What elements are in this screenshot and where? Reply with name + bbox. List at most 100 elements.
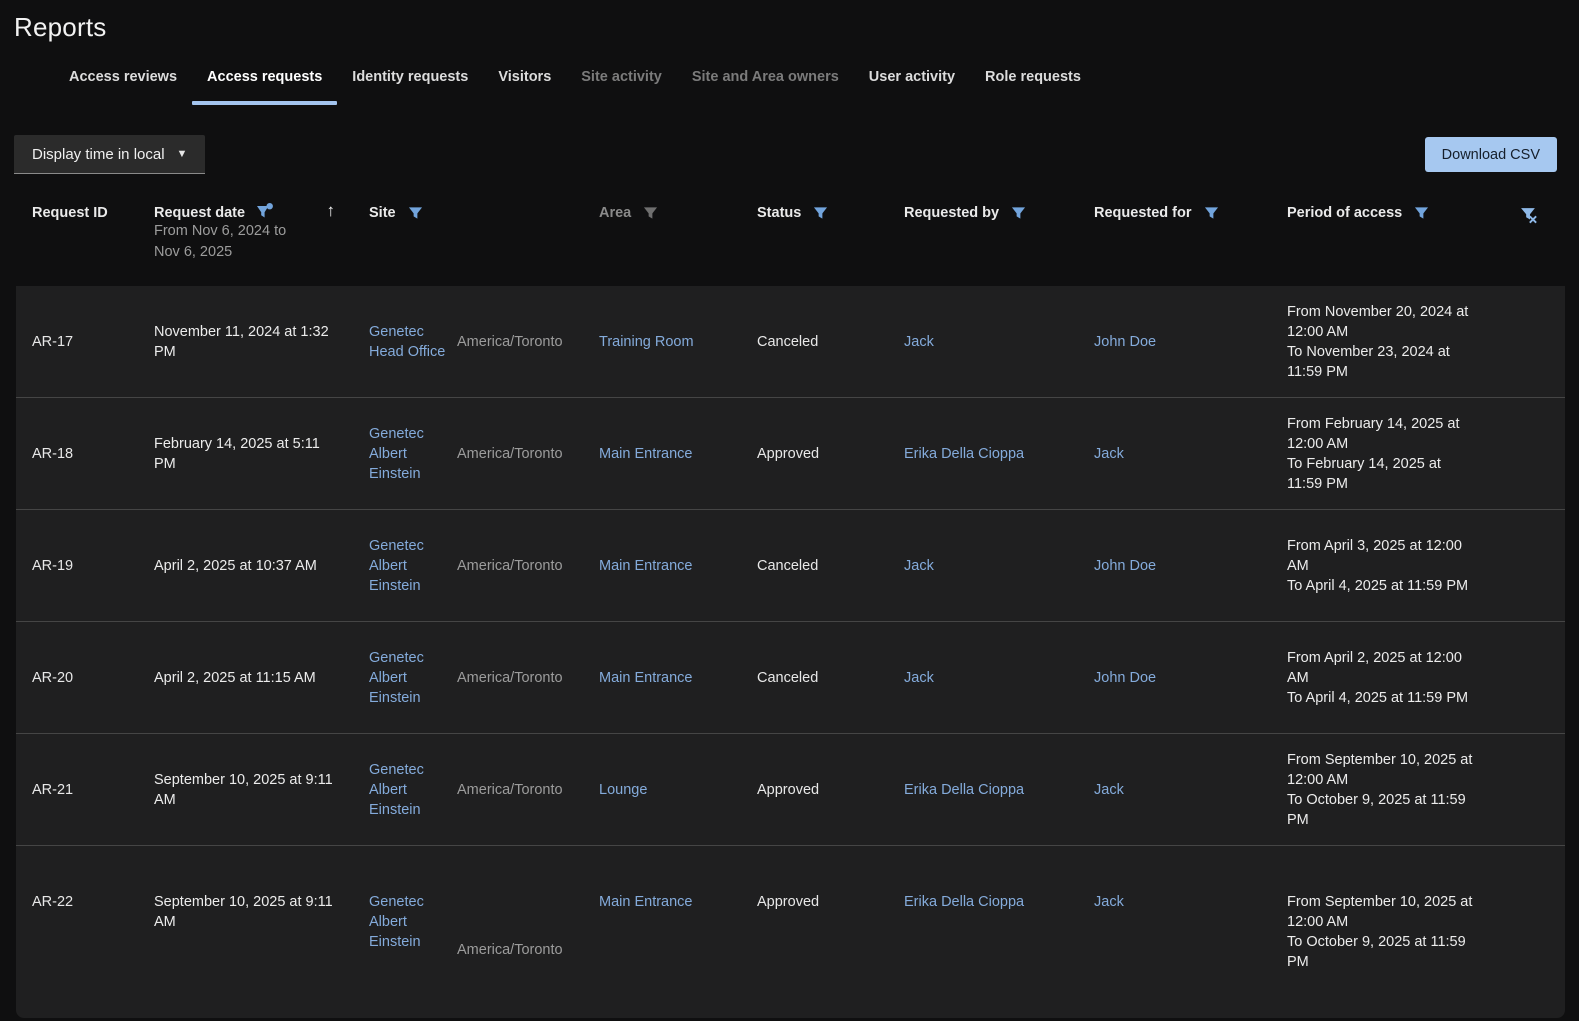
period-from: From April 2, 2025 at 12:00 AM [1287,648,1479,688]
period-from: From November 20, 2024 at 12:00 AM [1287,302,1479,342]
requested-for-link[interactable]: Jack [1094,894,1124,910]
requested-by-link[interactable]: Jack [904,558,934,574]
request-date-cell: February 14, 2025 at 5:11 PM [154,434,369,474]
status-cell: Approved [757,892,904,912]
request-id-cell: AR-22 [16,892,154,912]
period-of-access-cell: From April 3, 2025 at 12:00 AM To April … [1287,536,1499,596]
requested-for-link[interactable]: John Doe [1094,670,1156,686]
filter-icon [643,206,658,221]
area-link[interactable]: Main Entrance [599,894,693,910]
status-cell: Approved [757,444,904,464]
report-tabs: Access reviews Access requests Identity … [0,61,1579,105]
area-link[interactable]: Lounge [599,782,647,798]
timezone-cell: America/Toronto [457,444,599,464]
tab-identity-requests[interactable]: Identity requests [337,61,483,105]
table-row: AR-21 September 10, 2025 at 9:11 AM Gene… [16,734,1565,846]
header-status: Status [757,201,904,221]
timezone-cell: America/Toronto [457,940,599,960]
area-link[interactable]: Main Entrance [599,446,693,462]
period-of-access-cell: From September 10, 2025 at 12:00 AM To O… [1287,750,1499,830]
period-from: From September 10, 2025 at 12:00 AM [1287,892,1479,932]
period-to: To October 9, 2025 at 11:59 PM [1287,932,1479,972]
tab-site-activity: Site activity [566,61,677,105]
toolbar: Display time in local ▼ Download CSV [14,135,1557,174]
requested-for-link[interactable]: Jack [1094,446,1124,462]
header-request-date: Request date [154,201,245,221]
filter-icon[interactable] [408,206,423,221]
site-link[interactable]: Genetec Albert Einstein [369,538,424,594]
access-requests-table: Request ID Request date ↑ From Nov 6, 20… [16,189,1565,1018]
status-cell: Canceled [757,556,904,576]
sort-ascending-icon[interactable]: ↑ [327,201,336,221]
request-date-cell: April 2, 2025 at 11:15 AM [154,668,369,688]
timezone-cell: America/Toronto [457,556,599,576]
period-of-access-cell: From April 2, 2025 at 12:00 AM To April … [1287,648,1499,708]
site-link[interactable]: Genetec Head Office [369,324,445,360]
filter-icon[interactable] [1011,206,1026,221]
filter-icon[interactable] [1204,206,1219,221]
site-link[interactable]: Genetec Albert Einstein [369,426,424,482]
period-to: To April 4, 2025 at 11:59 PM [1287,688,1479,708]
request-date-cell: April 2, 2025 at 10:37 AM [154,556,369,576]
request-date-cell: September 10, 2025 at 9:11 AM [154,770,369,810]
requested-by-link[interactable]: Jack [904,670,934,686]
page-title: Reports [0,0,1579,43]
table-header-row: Request ID Request date ↑ From Nov 6, 20… [16,189,1565,286]
period-to: To November 23, 2024 at 11:59 PM [1287,342,1479,382]
clear-filters-icon[interactable] [1520,207,1537,224]
request-date-cell: September 10, 2025 at 9:11 AM [154,892,369,932]
period-to: To April 4, 2025 at 11:59 PM [1287,576,1479,596]
requested-by-link[interactable]: Erika Della Cioppa [904,446,1024,462]
table-row: AR-19 April 2, 2025 at 10:37 AM Genetec … [16,510,1565,622]
timezone-cell: America/Toronto [457,780,599,800]
period-from: From February 14, 2025 at 12:00 AM [1287,414,1479,454]
tab-visitors[interactable]: Visitors [483,61,566,105]
filter-icon[interactable] [813,206,828,221]
tab-role-requests[interactable]: Role requests [970,61,1096,105]
period-to: To February 14, 2025 at 11:59 PM [1287,454,1479,494]
request-id-cell: AR-21 [16,780,154,800]
filter-icon[interactable] [1414,206,1429,221]
status-cell: Approved [757,780,904,800]
area-link[interactable]: Main Entrance [599,670,693,686]
tab-access-reviews[interactable]: Access reviews [54,61,192,105]
request-id-cell: AR-20 [16,668,154,688]
area-link[interactable]: Training Room [599,334,694,350]
period-from: From September 10, 2025 at 12:00 AM [1287,750,1479,790]
header-request-date-group: Request date ↑ From Nov 6, 2024 to Nov 6… [154,201,369,263]
display-time-dropdown[interactable]: Display time in local ▼ [14,135,205,174]
download-csv-button[interactable]: Download CSV [1425,137,1557,172]
table-body: AR-17 November 11, 2024 at 1:32 PM Genet… [16,286,1565,1018]
table-row: AR-18 February 14, 2025 at 5:11 PM Genet… [16,398,1565,510]
period-to: To October 9, 2025 at 11:59 PM [1287,790,1479,830]
header-area: Area [599,201,757,221]
request-id-cell: AR-18 [16,444,154,464]
caret-down-icon: ▼ [177,148,188,160]
period-of-access-cell: From February 14, 2025 at 12:00 AM To Fe… [1287,414,1499,494]
tab-site-and-area-owners: Site and Area owners [677,61,854,105]
site-link[interactable]: Genetec Albert Einstein [369,894,424,950]
site-link[interactable]: Genetec Albert Einstein [369,762,424,818]
requested-by-link[interactable]: Erika Della Cioppa [904,894,1024,910]
requested-by-link[interactable]: Erika Della Cioppa [904,782,1024,798]
request-id-cell: AR-19 [16,556,154,576]
requested-for-link[interactable]: Jack [1094,782,1124,798]
table-row: AR-17 November 11, 2024 at 1:32 PM Genet… [16,286,1565,398]
filter-active-icon[interactable] [257,203,273,219]
tab-user-activity[interactable]: User activity [854,61,970,105]
table-row: AR-22 September 10, 2025 at 9:11 AM Gene… [16,846,1565,1018]
tab-access-requests[interactable]: Access requests [192,61,337,105]
request-date-cell: November 11, 2024 at 1:32 PM [154,322,369,362]
display-time-label: Display time in local [32,146,165,163]
status-cell: Canceled [757,668,904,688]
period-from: From April 3, 2025 at 12:00 AM [1287,536,1479,576]
requested-by-link[interactable]: Jack [904,334,934,350]
area-link[interactable]: Main Entrance [599,558,693,574]
site-link[interactable]: Genetec Albert Einstein [369,650,424,706]
header-requested-by: Requested by [904,201,1094,221]
requested-for-link[interactable]: John Doe [1094,334,1156,350]
header-site: Site [369,201,457,221]
header-request-id: Request ID [16,201,154,221]
status-cell: Canceled [757,332,904,352]
requested-for-link[interactable]: John Doe [1094,558,1156,574]
